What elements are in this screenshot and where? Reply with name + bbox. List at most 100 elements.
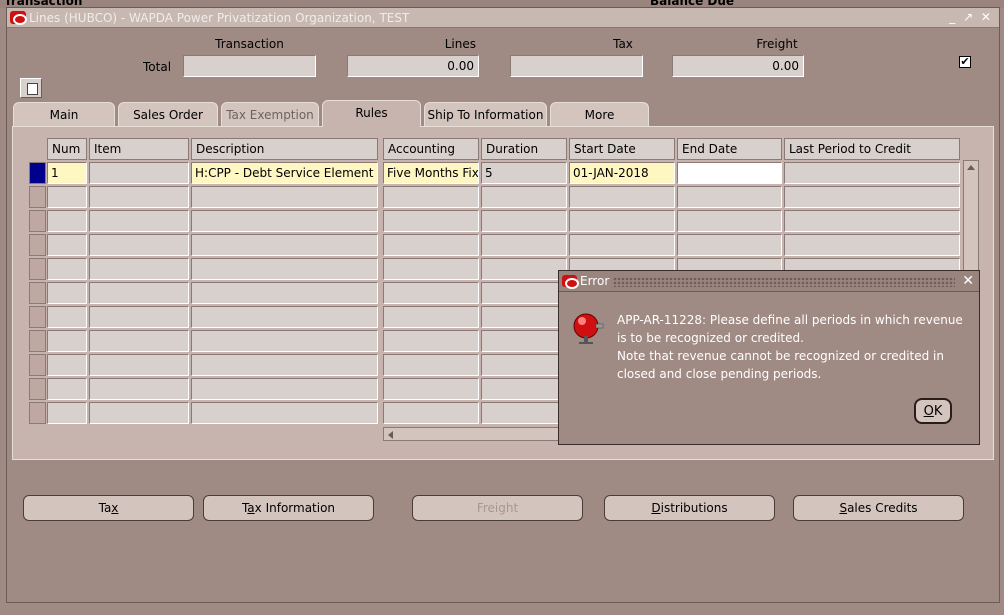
- ok-button[interactable]: OK: [914, 398, 952, 424]
- grid-cell[interactable]: [784, 186, 960, 208]
- grid-cell[interactable]: [383, 354, 479, 376]
- grid-cell[interactable]: [383, 330, 479, 352]
- grid-cell[interactable]: [89, 402, 189, 424]
- grid-cell[interactable]: [47, 354, 87, 376]
- grid-cell[interactable]: [569, 186, 675, 208]
- grid-cell[interactable]: [481, 330, 567, 352]
- row-selector-current[interactable]: [29, 162, 46, 184]
- row-selector[interactable]: [29, 354, 46, 376]
- row-selector[interactable]: [29, 330, 46, 352]
- distributions-button[interactable]: Distributions: [604, 495, 775, 521]
- grid-cell[interactable]: [481, 402, 567, 424]
- grid-cell[interactable]: [677, 186, 782, 208]
- scroll-up-icon[interactable]: [967, 165, 975, 170]
- total-tax-field[interactable]: [510, 55, 643, 77]
- row-selector[interactable]: [29, 402, 46, 424]
- tax-information-button[interactable]: Tax Information: [203, 495, 374, 521]
- tab-ship-to-information[interactable]: Ship To Information: [424, 102, 547, 127]
- grid-cell[interactable]: [47, 210, 87, 232]
- tab-rules[interactable]: Rules: [322, 100, 421, 127]
- grid-cell[interactable]: [784, 234, 960, 256]
- row1-duration-cell[interactable]: 5: [481, 162, 567, 184]
- grid-cell[interactable]: [191, 258, 378, 280]
- grid-cell[interactable]: [47, 186, 87, 208]
- grid-cell[interactable]: [89, 330, 189, 352]
- grid-cell[interactable]: [569, 210, 675, 232]
- grid-cell[interactable]: [383, 282, 479, 304]
- tab-main[interactable]: Main: [13, 102, 115, 127]
- grid-cell[interactable]: [383, 378, 479, 400]
- grid-cell[interactable]: [47, 378, 87, 400]
- row1-num-cell[interactable]: 1: [47, 162, 87, 184]
- grid-cell[interactable]: [89, 258, 189, 280]
- grid-cell[interactable]: [47, 330, 87, 352]
- tax-button[interactable]: Tax: [23, 495, 194, 521]
- grid-cell[interactable]: [481, 378, 567, 400]
- grid-cell[interactable]: [481, 354, 567, 376]
- row1-start-date-cell[interactable]: 01-JAN-2018: [569, 162, 675, 184]
- grid-cell[interactable]: [47, 234, 87, 256]
- total-freight-field[interactable]: 0.00: [672, 55, 804, 77]
- tab-sales-order[interactable]: Sales Order: [118, 102, 218, 127]
- close-icon[interactable]: ✕: [962, 273, 974, 289]
- total-checkbox[interactable]: ✔: [959, 56, 971, 68]
- grid-cell[interactable]: [383, 306, 479, 328]
- grid-cell[interactable]: [784, 210, 960, 232]
- tab-tax-exemption[interactable]: Tax Exemption: [221, 102, 319, 127]
- grid-cell[interactable]: [47, 402, 87, 424]
- grid-cell[interactable]: [481, 282, 567, 304]
- grid-cell[interactable]: [89, 210, 189, 232]
- folder-tools-button[interactable]: [20, 78, 42, 98]
- grid-cell[interactable]: [383, 210, 479, 232]
- row-selector[interactable]: [29, 234, 46, 256]
- grid-cell[interactable]: [481, 210, 567, 232]
- row1-accounting-cell[interactable]: Five Months Fix: [383, 162, 479, 184]
- grid-cell[interactable]: [481, 234, 567, 256]
- grid-cell[interactable]: [383, 402, 479, 424]
- tab-more[interactable]: More: [550, 102, 649, 127]
- grid-cell[interactable]: [89, 378, 189, 400]
- grid-cell[interactable]: [89, 186, 189, 208]
- grid-cell[interactable]: [191, 330, 378, 352]
- grid-cell[interactable]: [191, 378, 378, 400]
- grid-cell[interactable]: [677, 210, 782, 232]
- grid-cell[interactable]: [677, 234, 782, 256]
- grid-cell[interactable]: [47, 258, 87, 280]
- grid-horizontal-scrollbar[interactable]: [383, 427, 563, 441]
- grid-cell[interactable]: [191, 282, 378, 304]
- grid-cell[interactable]: [191, 354, 378, 376]
- grid-cell[interactable]: [89, 306, 189, 328]
- grid-cell[interactable]: [191, 234, 378, 256]
- row1-item-cell[interactable]: [89, 162, 189, 184]
- grid-cell[interactable]: [89, 234, 189, 256]
- grid-cell[interactable]: [47, 306, 87, 328]
- grid-cell[interactable]: [89, 282, 189, 304]
- row-selector[interactable]: [29, 258, 46, 280]
- grid-cell[interactable]: [481, 186, 567, 208]
- grid-cell[interactable]: [191, 210, 378, 232]
- row1-description-cell[interactable]: H:CPP - Debt Service Element: [191, 162, 378, 184]
- total-lines-field[interactable]: 0.00: [347, 55, 479, 77]
- row-selector[interactable]: [29, 282, 46, 304]
- row1-last-period-cell[interactable]: [784, 162, 960, 184]
- grid-cell[interactable]: [383, 234, 479, 256]
- grid-cell[interactable]: [481, 306, 567, 328]
- sales-credits-button[interactable]: Sales Credits: [793, 495, 964, 521]
- grid-cell[interactable]: [191, 306, 378, 328]
- freight-button[interactable]: Freight: [412, 495, 583, 521]
- error-dialog-titlebar[interactable]: Error ✕: [559, 271, 979, 292]
- row-selector[interactable]: [29, 378, 46, 400]
- grid-cell[interactable]: [569, 234, 675, 256]
- grid-cell[interactable]: [89, 354, 189, 376]
- grid-cell[interactable]: [481, 258, 567, 280]
- row1-end-date-cell[interactable]: [677, 162, 782, 184]
- grid-cell[interactable]: [383, 186, 479, 208]
- grid-cell[interactable]: [191, 186, 378, 208]
- row-selector[interactable]: [29, 186, 46, 208]
- row-selector[interactable]: [29, 210, 46, 232]
- grid-cell[interactable]: [191, 402, 378, 424]
- row-selector[interactable]: [29, 306, 46, 328]
- grid-cell[interactable]: [47, 282, 87, 304]
- total-transaction-field[interactable]: [183, 55, 316, 77]
- window-titlebar[interactable]: Lines (HUBCO) - WAPDA Power Privatizatio…: [7, 8, 999, 28]
